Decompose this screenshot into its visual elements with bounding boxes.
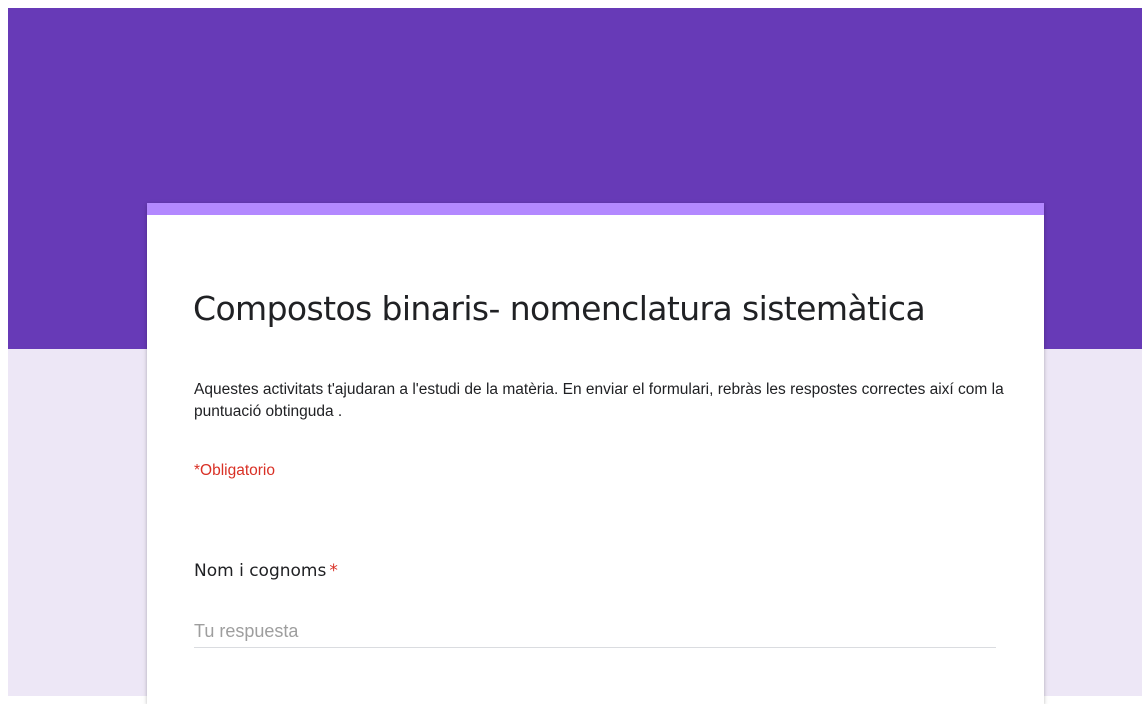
page-background: Compostos binaris- nomenclatura sistemàt… <box>8 8 1142 704</box>
form-title: Compostos binaris- nomenclatura sistemàt… <box>193 289 926 328</box>
required-asterisk: * <box>329 561 338 581</box>
question-name: Nom i cognoms * <box>194 561 338 581</box>
question-label: Nom i cognoms <box>194 561 327 581</box>
form-card: Compostos binaris- nomenclatura sistemàt… <box>147 203 1044 704</box>
required-note: *Obligatorio <box>194 462 275 479</box>
answer-input[interactable] <box>194 615 996 648</box>
form-description: Aquestes activitats t'ajudaran a l'estud… <box>194 381 1004 420</box>
